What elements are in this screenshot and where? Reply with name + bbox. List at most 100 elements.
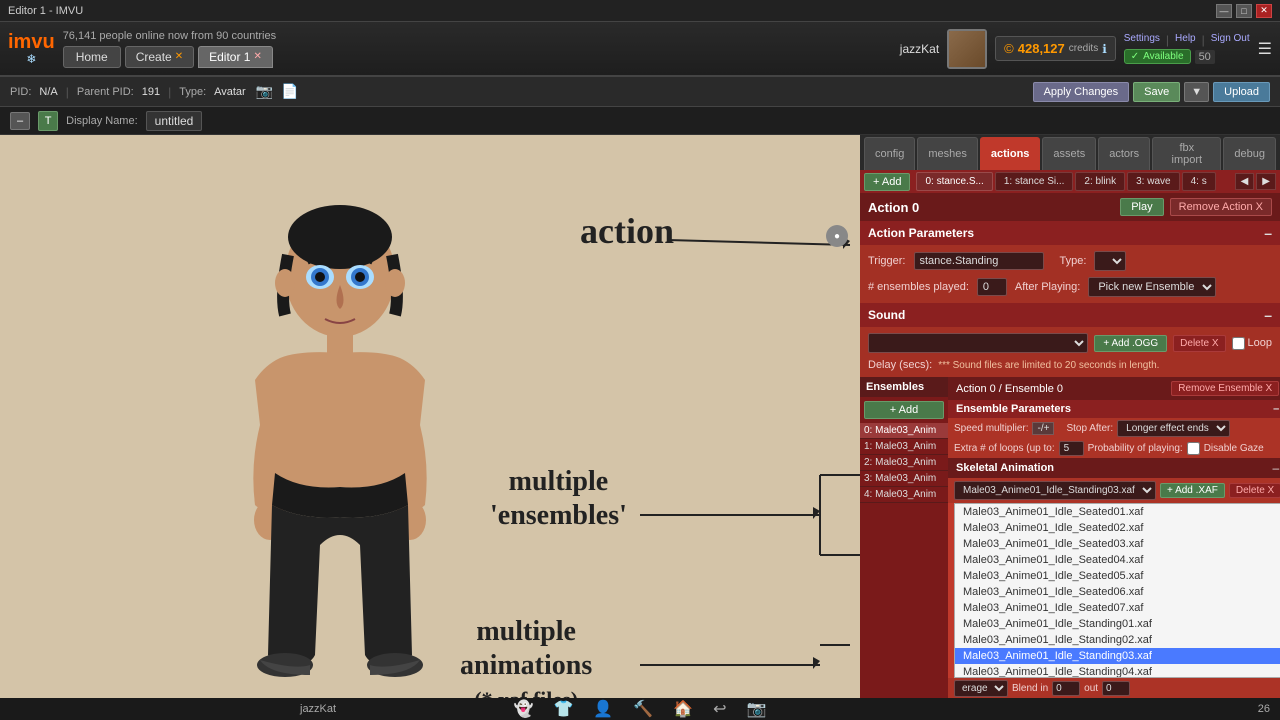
footer: jazzKat 👻 👕 👤 🔨 🏠 ↩ 📷 26 [0,698,1280,720]
page-number: 26 [1258,703,1270,715]
ensemble-item-0[interactable]: 0: Male03_Anim [860,423,948,439]
action-next-button[interactable]: ▶ [1256,173,1276,190]
tab-actions[interactable]: actions [980,137,1041,170]
delay-label: Delay (secs): [868,359,932,371]
blend-type-select[interactable]: erage [954,680,1008,697]
tab-actors[interactable]: actors [1098,137,1150,170]
add-ogg-button[interactable]: + Add .OGG [1094,335,1167,352]
action-tab-4[interactable]: 4: s [1182,172,1216,191]
delete-xaf-button[interactable]: Delete X [1229,483,1280,498]
action-tab-0[interactable]: 0: stance.S... [916,172,992,191]
dropdown-item[interactable]: Male03_Anime01_Idle_Seated03.xaf [955,536,1280,552]
help-link[interactable]: Help [1175,33,1196,47]
after-playing-select[interactable]: Pick new Ensemble [1088,277,1216,297]
minimize-button[interactable]: — [1216,4,1232,18]
action-tab-1[interactable]: 1: stance Si... [995,172,1074,191]
dropdown-item[interactable]: Male03_Anime01_Idle_Standing04.xaf [955,664,1280,678]
xaf-dropdown[interactable]: Male03_Anime01_Idle_Seated01.xaf Male03_… [954,503,1280,678]
dropdown-item[interactable]: Male03_Anime01_Idle_Seated06.xaf [955,584,1280,600]
dropdown-item[interactable]: Male03_Anime01_Idle_Standing01.xaf [955,616,1280,632]
footer-icon-person[interactable]: 👤 [593,699,613,719]
ensemble-item-2[interactable]: 2: Male03_Anim [860,455,948,471]
action-tab-3[interactable]: 3: wave [1127,172,1179,191]
tab-meshes[interactable]: meshes [917,137,978,170]
ensemble-item-1[interactable]: 1: Male03_Anim [860,439,948,455]
loop-checkbox[interactable] [1232,337,1245,350]
sound-minimize[interactable]: – [1264,307,1272,323]
expand-circle-button[interactable]: ● [826,225,848,247]
home-button[interactable]: Home [63,46,121,68]
blend-out-label: out [1084,683,1098,694]
ensemble-params-minimize[interactable]: – [1273,403,1279,415]
skeletal-title: Skeletal Animation [956,462,1054,474]
action-tab-2[interactable]: 2: blink [1075,172,1125,191]
dropdown-item[interactable]: Male03_Anime01_Idle_Seated01.xaf [955,504,1280,520]
info-icon[interactable]: ℹ [1102,42,1107,56]
play-button[interactable]: Play [1120,198,1163,216]
display-name-value[interactable]: untitled [146,111,203,131]
collapse-button[interactable]: – [10,112,30,130]
camera-icon[interactable]: 📷 [256,83,273,100]
create-button[interactable]: Create ✕ [125,46,194,68]
add-action-button[interactable]: + Add [864,173,910,191]
save-dropdown-button[interactable]: ▼ [1184,82,1209,102]
tab-config[interactable]: config [864,137,915,170]
type-select[interactable] [1094,251,1126,271]
panel-scroll[interactable]: Action 0 Play Remove Action X Action Par… [860,193,1280,698]
loops-input[interactable] [1059,441,1084,456]
tab-debug[interactable]: debug [1223,137,1276,170]
save-button[interactable]: Save [1133,82,1180,102]
footer-icon-home[interactable]: 🏠 [673,699,693,719]
delete-ogg-button[interactable]: Delete X [1173,335,1225,352]
add-xaf-button[interactable]: + Add .XAF [1160,483,1225,498]
sound-select[interactable] [868,333,1088,353]
footer-icon-camera[interactable]: 📷 [747,699,767,719]
dropdown-item[interactable]: Male03_Anime01_Idle_Seated02.xaf [955,520,1280,536]
editor-tab-button[interactable]: Editor 1 ✕ [198,46,273,68]
action-params-minimize[interactable]: – [1264,225,1272,241]
close-button[interactable]: ✕ [1256,4,1272,18]
xaf-select[interactable]: Male03_Anime01_Idle_Standing03.xaf [954,481,1156,500]
action-prev-button[interactable]: ◀ [1235,173,1255,190]
footer-icon-ghost[interactable]: 👻 [514,699,534,719]
trigger-input[interactable] [914,252,1044,270]
create-close-icon[interactable]: ✕ [175,51,183,62]
settings-link[interactable]: Settings [1124,33,1160,47]
maximize-button[interactable]: □ [1236,4,1252,18]
skeletal-minimize[interactable]: – [1273,461,1280,475]
editor-close-icon[interactable]: ✕ [253,51,261,62]
remove-action-button[interactable]: Remove Action X [1170,198,1272,216]
ensembles-input[interactable] [977,278,1007,296]
prob-label: Probability of playing: [1088,443,1183,454]
blend-in-input[interactable] [1052,681,1080,696]
tab-bar: config meshes actions assets actors fbx … [860,135,1280,170]
ensemble-item-4[interactable]: 4: Male03_Anim [860,487,948,503]
speed-adjust-button[interactable]: -/+ [1032,422,1054,435]
add-ensemble-button[interactable]: + Add [864,401,944,419]
signout-link[interactable]: Sign Out [1211,33,1250,47]
dropdown-item[interactable]: Male03_Anime01_Idle_Seated07.xaf [955,600,1280,616]
dropdown-item[interactable]: Male03_Anime01_Idle_Standing02.xaf [955,632,1280,648]
footer-icon-tool[interactable]: 🔨 [633,699,653,719]
tab-fbx-import[interactable]: fbx import [1152,137,1221,170]
tab-assets[interactable]: assets [1042,137,1096,170]
ensemble-detail-header: Action 0 / Ensemble 0 Remove Ensemble X [948,377,1280,400]
apply-changes-button[interactable]: Apply Changes [1033,82,1130,102]
ensemble-item-3[interactable]: 3: Male03_Anim [860,471,948,487]
menu-icon[interactable]: ☰ [1258,39,1272,59]
dropdown-item[interactable]: Male03_Anime01_Idle_Seated05.xaf [955,568,1280,584]
remove-ensemble-button[interactable]: Remove Ensemble X [1171,381,1279,396]
display-name-label: Display Name: [66,115,138,127]
footer-icon-arrow[interactable]: ↩ [713,699,726,719]
upload-button[interactable]: Upload [1213,82,1270,102]
disable-gaze-checkbox[interactable] [1187,442,1200,455]
window-controls: — □ ✕ [1216,4,1272,18]
ensemble-params-header: Ensemble Parameters – [948,400,1280,418]
type-indicator: T [38,111,58,131]
footer-icon-shirt[interactable]: 👕 [553,699,573,719]
file-icon[interactable]: 📄 [281,83,298,100]
blend-out-input[interactable] [1102,681,1130,696]
dropdown-item-selected[interactable]: Male03_Anime01_Idle_Standing03.xaf [955,648,1280,664]
dropdown-item[interactable]: Male03_Anime01_Idle_Seated04.xaf [955,552,1280,568]
stop-after-select[interactable]: Longer effect ends [1117,420,1230,437]
